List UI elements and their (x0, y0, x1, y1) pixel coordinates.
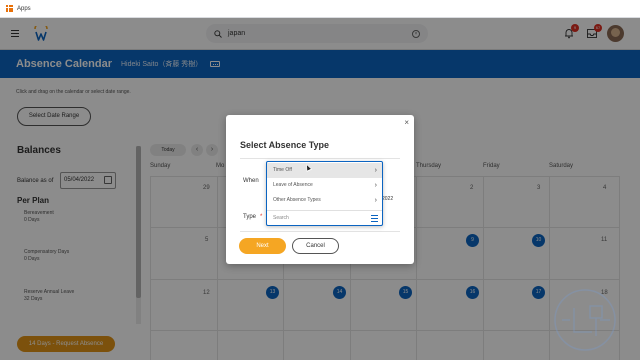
type-label: Type * (243, 214, 262, 220)
list-icon[interactable] (371, 215, 378, 222)
apps-grid-icon[interactable] (6, 5, 13, 12)
absence-type-prompt: Time Off › Leave of Absence › Other Abse… (266, 161, 383, 226)
chevron-right-icon: › (374, 182, 377, 189)
chevron-right-icon: › (374, 197, 377, 204)
apps-link[interactable]: Apps (17, 6, 31, 12)
watermark-logo (554, 289, 616, 351)
prompt-search-input[interactable]: Search (267, 211, 382, 226)
prompt-search-placeholder: Search (273, 215, 289, 221)
type-label-text: Type (243, 214, 257, 220)
when-label: When (243, 178, 259, 184)
chevron-right-icon: › (374, 167, 377, 174)
bookmarks-bar: Apps (0, 0, 640, 18)
prompt-option-time-off[interactable]: Time Off › (267, 163, 382, 178)
prompt-option-label: Other Absence Types (273, 197, 321, 203)
when-date-value: 2022 (382, 196, 394, 202)
dialog-title: Select Absence Type (240, 140, 330, 150)
prompt-option-label: Time Off (273, 167, 292, 173)
close-icon[interactable]: × (404, 119, 409, 127)
required-indicator: * (260, 214, 263, 220)
prompt-option-leave-of-absence[interactable]: Leave of Absence › (267, 178, 382, 193)
divider (240, 231, 400, 232)
prompt-option-other-absence-types[interactable]: Other Absence Types › (267, 193, 382, 208)
divider (240, 158, 400, 159)
cancel-button[interactable]: Cancel (292, 238, 339, 254)
next-button[interactable]: Next (239, 238, 286, 254)
prompt-option-label: Leave of Absence (273, 182, 313, 188)
